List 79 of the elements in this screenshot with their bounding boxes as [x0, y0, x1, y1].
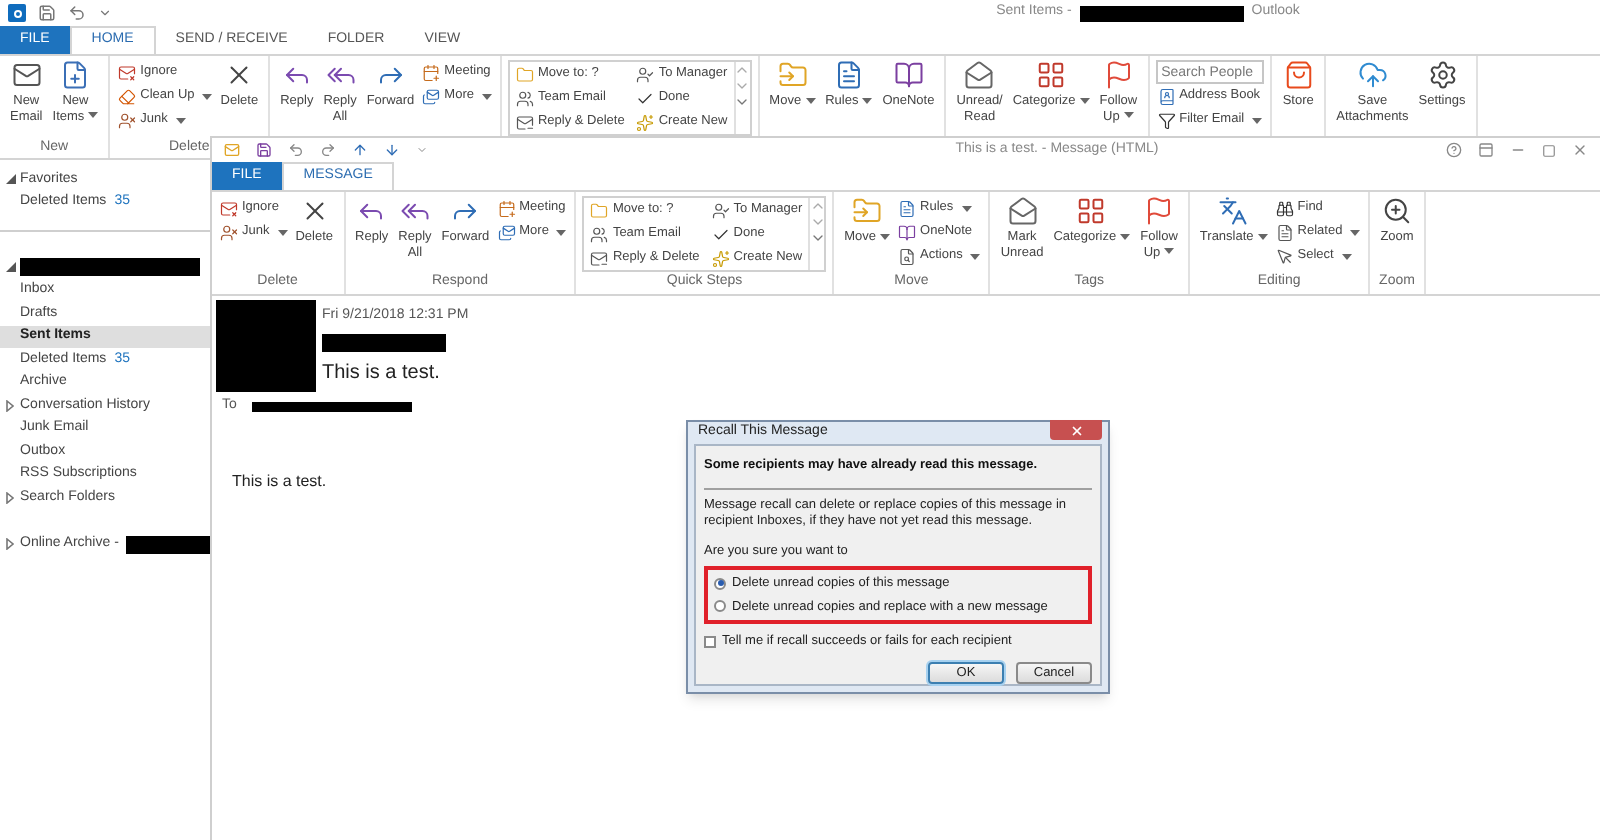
- flag-icon: [1144, 196, 1175, 226]
- envelope-icon: [224, 142, 240, 158]
- grid-icon: [1036, 60, 1067, 90]
- person-x-icon: [118, 111, 137, 129]
- maximize-icon[interactable]: [1542, 143, 1556, 157]
- calendar-icon: [497, 199, 516, 217]
- envelope-icon: [590, 249, 609, 267]
- calendar-icon: [422, 63, 441, 81]
- close-icon[interactable]: [1572, 142, 1588, 158]
- people-icon: [515, 89, 534, 107]
- pointer-icon: [1275, 247, 1294, 265]
- envelope-icon: [515, 113, 534, 131]
- more-icon[interactable]: [734, 94, 751, 110]
- person-icon: [636, 65, 655, 83]
- redaction-block: [322, 333, 446, 351]
- more-icon[interactable]: [809, 230, 826, 246]
- scroll-down-icon[interactable]: [809, 214, 826, 230]
- envelope-icon: [11, 60, 42, 90]
- radio-button[interactable]: [714, 600, 726, 613]
- sparkle-icon: [711, 249, 730, 267]
- close-button[interactable]: [1050, 420, 1102, 441]
- save-icon[interactable]: [38, 4, 56, 22]
- grid-icon: [1076, 196, 1107, 226]
- scroll-down-icon[interactable]: [734, 78, 751, 94]
- scroll-up-icon[interactable]: [809, 198, 826, 214]
- document-icon: [898, 199, 917, 217]
- undo-icon[interactable]: [288, 142, 304, 158]
- binoculars-icon: [1275, 199, 1294, 217]
- cloud-icon: [1357, 60, 1388, 90]
- envelopes-icon: [497, 223, 516, 241]
- document-icon: [898, 247, 917, 265]
- person-x-icon: [220, 223, 238, 241]
- message-body: This is a test.: [232, 471, 327, 489]
- people-icon: [590, 225, 609, 243]
- radio-button[interactable]: [714, 577, 726, 590]
- checkmark-icon: [636, 89, 655, 107]
- envelope-x-icon: [118, 63, 137, 81]
- document-icon: [60, 60, 91, 90]
- redaction-block: [216, 300, 316, 392]
- address-book-icon: [1157, 87, 1176, 105]
- person-icon: [711, 201, 730, 219]
- checkbox[interactable]: [704, 636, 716, 649]
- close-icon: [1069, 423, 1083, 438]
- ribbon-options-icon[interactable]: [1478, 142, 1494, 158]
- folder-icon: [515, 65, 534, 83]
- book-icon: [893, 60, 924, 90]
- folder-icon: [590, 201, 609, 219]
- book-icon: [898, 223, 917, 241]
- open-envelope-icon: [1007, 196, 1038, 226]
- redo-icon[interactable]: [320, 142, 336, 158]
- collapsed-triangle-icon[interactable]: [6, 538, 14, 551]
- filter-icon: [1157, 111, 1176, 129]
- document-icon: [833, 60, 864, 90]
- document-icon: [1275, 223, 1294, 241]
- envelopes-icon: [422, 87, 441, 105]
- folder-icon: [852, 196, 883, 226]
- translate-icon: [1218, 196, 1249, 226]
- caret-icon[interactable]: [98, 6, 112, 20]
- settings-icon: [1427, 60, 1457, 90]
- magnifier-icon: [1382, 196, 1412, 226]
- collapsed-triangle-icon[interactable]: [6, 399, 14, 412]
- eraser-icon: [118, 87, 137, 105]
- shopping-bag-icon: [1283, 60, 1314, 90]
- sparkle-icon: [636, 113, 655, 131]
- checkmark-icon: [711, 225, 730, 243]
- undo-icon[interactable]: [68, 4, 86, 22]
- save-icon[interactable]: [256, 142, 272, 158]
- up-arrow-icon[interactable]: [352, 142, 368, 158]
- scroll-up-icon[interactable]: [734, 62, 751, 78]
- envelope-x-icon: [220, 199, 238, 217]
- open-envelope-icon: [964, 60, 995, 90]
- down-arrow-icon[interactable]: [384, 142, 400, 158]
- collapsed-triangle-icon[interactable]: [6, 491, 14, 504]
- help-icon[interactable]: [1446, 142, 1462, 158]
- flag-icon: [1103, 60, 1134, 90]
- expanded-triangle-icon[interactable]: [5, 262, 15, 273]
- message-subject: This is a test.: [322, 359, 442, 387]
- folder-icon: [777, 60, 808, 90]
- expanded-triangle-icon[interactable]: [5, 174, 15, 185]
